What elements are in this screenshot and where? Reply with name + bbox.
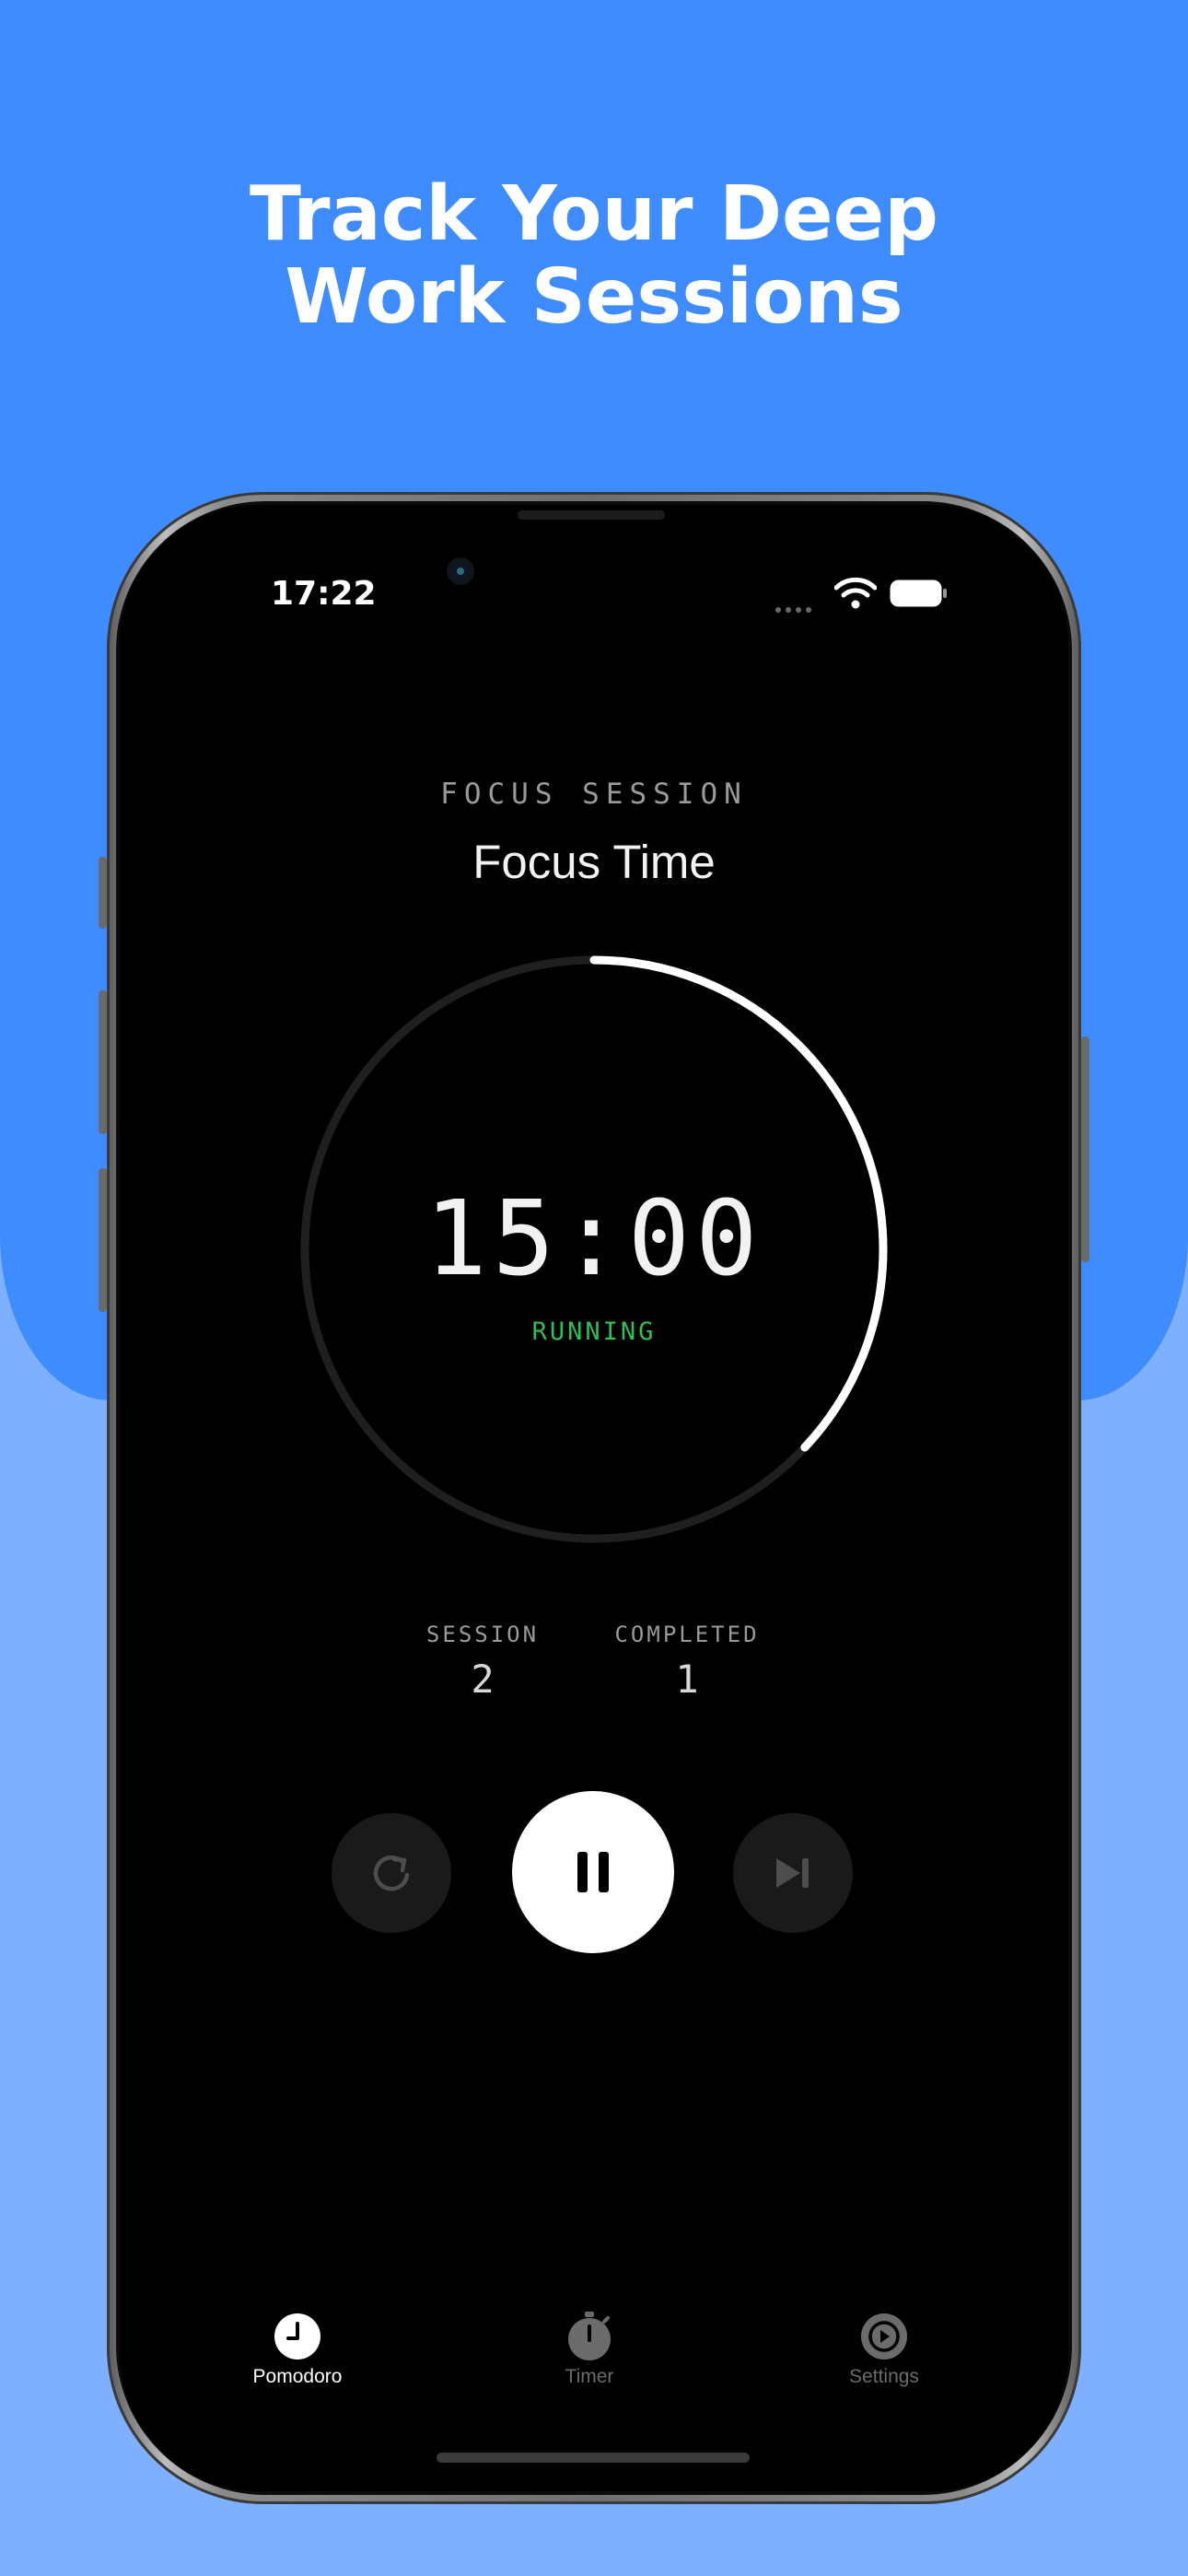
- promo-headline-line1: Track Your Deep: [250, 170, 938, 258]
- promo-headline-line2: Work Sessions: [285, 253, 903, 341]
- phone-screen: 17:22 FOCUS SESSION Focus Time 15:00 RUN…: [120, 505, 1068, 2491]
- pause-icon: [577, 1852, 609, 1892]
- volume-up-button: [99, 990, 107, 1134]
- gear-icon: [861, 2313, 907, 2359]
- tab-timer[interactable]: Timer: [507, 2311, 672, 2388]
- earpiece-speaker: [518, 510, 665, 520]
- promo-headline: Track Your Deep Work Sessions: [0, 173, 1188, 339]
- timer-state-label: RUNNING: [531, 1317, 657, 1346]
- session-count-value: 2: [471, 1657, 495, 1702]
- skip-forward-icon: [776, 1858, 809, 1888]
- completed-count-value: 1: [675, 1657, 699, 1702]
- session-count-stat: SESSION 2: [381, 1622, 584, 1702]
- pause-button[interactable]: [512, 1791, 674, 1953]
- home-indicator: [437, 2453, 750, 2463]
- tab-timer-label: Timer: [565, 2366, 614, 2387]
- tab-settings[interactable]: Settings: [801, 2311, 967, 2388]
- volume-down-button: [99, 1168, 107, 1312]
- reset-icon: [373, 1855, 410, 1891]
- wifi-icon: [834, 577, 877, 609]
- tab-pomodoro[interactable]: Pomodoro: [215, 2311, 380, 2388]
- session-title: Focus Time: [472, 836, 716, 888]
- tab-pomodoro-label: Pomodoro: [252, 2366, 343, 2387]
- tab-settings-label: Settings: [849, 2366, 919, 2387]
- front-camera-icon: [449, 560, 472, 582]
- completed-count-label: COMPLETED: [614, 1622, 760, 1647]
- status-time: 17:22: [271, 575, 377, 613]
- completed-count-stat: COMPLETED 1: [586, 1622, 788, 1702]
- action-button: [99, 857, 107, 929]
- session-count-label: SESSION: [425, 1622, 540, 1647]
- stopwatch-icon: [568, 2312, 611, 2360]
- power-button: [1081, 1036, 1089, 1262]
- reset-button[interactable]: [332, 1813, 451, 1933]
- battery-icon: [890, 580, 947, 607]
- skip-button[interactable]: [733, 1813, 853, 1933]
- clock-icon: [274, 2313, 320, 2359]
- cellular-dots-icon: [775, 601, 821, 613]
- timer-display: 15:00: [425, 1179, 763, 1299]
- session-type-label: FOCUS SESSION: [440, 778, 748, 811]
